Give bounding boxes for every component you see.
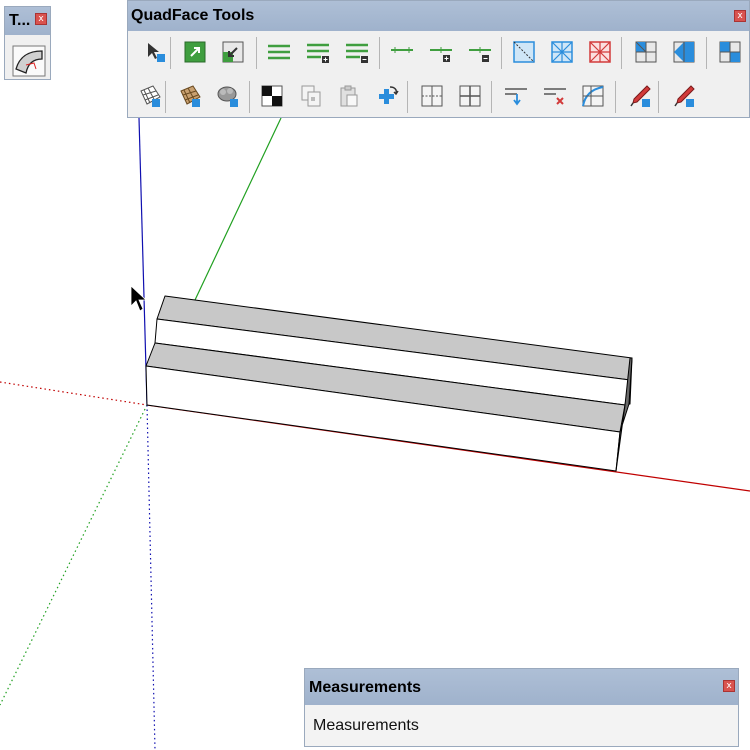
measurements-title: Measurements <box>309 679 422 696</box>
shrink-loop-icon <box>469 47 491 62</box>
steps-model[interactable] <box>145 295 633 472</box>
select-ring-button[interactable] <box>266 39 292 65</box>
paste-uv-icon <box>340 85 358 107</box>
toolbar-separator <box>249 81 250 113</box>
quadface-toolbar: QuadFace Tools x <box>127 0 750 118</box>
toolbar-separator <box>706 37 707 69</box>
select-bounding-loop-icon <box>551 41 573 63</box>
paste-uv-button[interactable] <box>336 83 362 109</box>
measurements-field-label: Measurements <box>313 717 419 734</box>
green-axis <box>194 117 282 301</box>
shrink-ring-icon <box>346 43 368 63</box>
unwrap-uv-button[interactable] <box>215 83 241 109</box>
small-toolbar-title: T... <box>9 12 31 29</box>
green-axis-dotted <box>0 404 148 706</box>
offset-loop-button[interactable] <box>374 83 400 109</box>
build-ends-icon <box>544 88 566 105</box>
grow-loop-button[interactable] <box>428 39 454 65</box>
select-ring-icon <box>268 44 290 60</box>
toolbar-separator <box>407 81 408 113</box>
measurements-close-button[interactable]: x <box>723 680 735 692</box>
flip-edge-button[interactable] <box>627 83 653 109</box>
grow-loop-icon <box>430 47 452 62</box>
unwrap-uv-icon <box>217 86 238 107</box>
select-loop-icon <box>391 47 413 53</box>
select-loop-button[interactable] <box>389 39 415 65</box>
toolbar-separator <box>621 37 622 69</box>
region-to-loop-button[interactable] <box>511 39 537 65</box>
build-corners-icon <box>505 88 527 106</box>
uv-map-button[interactable] <box>177 83 203 109</box>
shrink-loop-button[interactable] <box>467 39 493 65</box>
connect-edges-button[interactable] <box>457 83 483 109</box>
grow-selection-button[interactable] <box>182 39 208 65</box>
measurements-input[interactable]: Measurements <box>305 705 738 746</box>
toolbar-separator <box>379 37 380 69</box>
toolbar-separator <box>256 37 257 69</box>
select-quad-icon <box>148 43 165 62</box>
deselect-loop-icon <box>589 41 611 63</box>
curved-surface-icon <box>12 45 46 77</box>
checker-pattern-button[interactable] <box>259 83 285 109</box>
connect-edges-icon <box>459 85 481 107</box>
red-axis-dotted <box>0 381 148 406</box>
copy-uv-icon <box>301 85 321 107</box>
remove-loops-button[interactable] <box>580 83 606 109</box>
uv-grid-button[interactable] <box>137 83 163 109</box>
toolbar-separator <box>615 81 616 113</box>
wireframe-pencil-button[interactable] <box>671 83 697 109</box>
grow-ring-button[interactable] <box>305 39 331 65</box>
small-toolbar-titlebar[interactable]: T... x <box>5 7 50 35</box>
triangulate-icon <box>635 41 657 63</box>
measurements-panel: Measurements x Measurements <box>304 668 739 747</box>
shrink-selection-icon <box>222 41 244 63</box>
checker-pattern-icon <box>261 85 283 107</box>
toolbar-separator <box>165 81 166 113</box>
copy-uv-button[interactable] <box>298 83 324 109</box>
select-bounding-loop-button[interactable] <box>549 39 575 65</box>
shrink-selection-button[interactable] <box>220 39 246 65</box>
toolbar-separator <box>501 37 502 69</box>
triangulate-button[interactable] <box>633 39 659 65</box>
quadface-toolbar-title: QuadFace Tools <box>131 7 255 24</box>
wireframe-pencil-icon <box>674 85 695 107</box>
build-corners-button[interactable] <box>503 83 529 109</box>
quadface-toolbar-titlebar[interactable]: QuadFace Tools x <box>128 1 749 31</box>
deselect-loop-button[interactable] <box>587 39 613 65</box>
remove-triangulation-button[interactable] <box>671 39 697 65</box>
blue-axis <box>138 117 148 406</box>
region-to-loop-icon <box>513 41 535 63</box>
measurements-titlebar[interactable]: Measurements x <box>305 669 738 705</box>
remove-triangulation-icon <box>673 41 695 63</box>
toolbar-separator <box>491 81 492 113</box>
build-ends-button[interactable] <box>542 83 568 109</box>
insert-loops-icon <box>421 85 443 107</box>
uv-map-icon <box>180 85 201 107</box>
quadface-toolbar-close-button[interactable]: x <box>734 10 746 22</box>
toolbar-separator <box>658 81 659 113</box>
toolbar-separator <box>170 37 171 69</box>
small-toolbar-close-button[interactable]: x <box>35 13 47 25</box>
uv-grid-icon <box>140 85 161 107</box>
small-toolbar: T... x <box>4 6 51 80</box>
smart-triangulate-icon <box>719 41 741 63</box>
grow-selection-icon <box>184 41 206 63</box>
shrink-ring-button[interactable] <box>344 39 370 65</box>
insert-loops-button[interactable] <box>419 83 445 109</box>
flip-edge-icon <box>630 85 651 107</box>
remove-loops-icon <box>582 85 604 107</box>
select-quad-button[interactable] <box>142 39 168 65</box>
blue-axis-dotted <box>146 404 156 750</box>
grow-ring-icon <box>307 43 329 63</box>
offset-loop-icon <box>379 86 399 104</box>
smart-triangulate-button[interactable] <box>717 39 743 65</box>
curved-surface-tool-button[interactable] <box>12 45 46 77</box>
